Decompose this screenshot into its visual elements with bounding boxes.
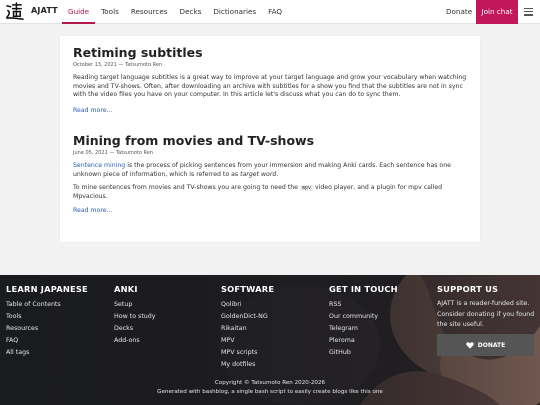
footer-col-software: SOFTWARE Qolibri GoldenDict-NG Rikaitan … bbox=[221, 284, 274, 371]
copyright: Copyright © Tatsumoto Ren 2020-2026 Gene… bbox=[0, 379, 540, 397]
footer-col-learn: LEARN JAPANESE Table of Contents Tools R… bbox=[6, 284, 88, 359]
nav-dictionaries[interactable]: Dictionaries bbox=[207, 0, 262, 24]
footer-heading: SUPPORT US bbox=[437, 284, 499, 294]
post-meta: October 13, 2021 — Tatsumoto Ren bbox=[73, 62, 163, 68]
read-more-link[interactable]: Read more... bbox=[73, 107, 468, 114]
post-title[interactable]: Mining from movies and TV-shows bbox=[73, 133, 468, 148]
post-paragraph-2: To mine sentences from movies and TV-sho… bbox=[73, 184, 468, 201]
nav-faq[interactable]: FAQ bbox=[262, 0, 288, 24]
post-paragraph-1: Sentence mining is the process of pickin… bbox=[73, 162, 468, 179]
support-text: AJATT is a reader-funded site. Consider … bbox=[437, 300, 535, 328]
site-logo-icon[interactable] bbox=[5, 2, 24, 21]
footer-link[interactable]: Telegram bbox=[329, 323, 398, 335]
generated-by-text: Generated with bashblog, a single bash s… bbox=[157, 389, 383, 395]
footer-donate-button[interactable]: DONATE bbox=[437, 334, 534, 356]
copyright-text: Copyright © Tatsumoto Ren 2020-2026 bbox=[214, 380, 326, 386]
post-excerpt-text: Reading target language subtitles is a g… bbox=[73, 74, 467, 99]
footer-link[interactable]: Resources bbox=[6, 323, 88, 335]
post-excerpt: Reading target language subtitles is a g… bbox=[73, 74, 468, 100]
post-title[interactable]: Retiming subtitles bbox=[73, 45, 468, 60]
footer-col-support: SUPPORT US AJATT is a reader-funded site… bbox=[437, 284, 537, 356]
footer-col-anki: ANKI Setup How to study Decks Add-ons bbox=[114, 284, 156, 347]
footer-link[interactable]: Qolibri bbox=[221, 299, 274, 311]
post-retiming-subtitles: Retiming subtitles October 13, 2021 — Ta… bbox=[73, 45, 468, 114]
footer-link[interactable]: GoldenDict-NG bbox=[221, 311, 274, 323]
paragraph-text: . bbox=[276, 170, 279, 178]
donate-label: DONATE bbox=[477, 341, 506, 349]
post-excerpt: Sentence mining is the process of pickin… bbox=[73, 162, 468, 202]
read-more-link[interactable]: Read more... bbox=[73, 207, 468, 214]
post-meta: June 05, 2021 — Tatsumoto Ren bbox=[73, 150, 153, 156]
hamburger-menu-icon[interactable] bbox=[524, 8, 533, 16]
footer-link[interactable]: MPV bbox=[221, 335, 274, 347]
footer-link[interactable]: GitHub bbox=[329, 347, 398, 359]
footer-link[interactable]: Tools bbox=[6, 311, 88, 323]
target-word-emphasis: target word bbox=[240, 170, 277, 178]
sentence-mining-link[interactable]: Sentence mining bbox=[73, 162, 125, 169]
footer-link[interactable]: MPV scripts bbox=[221, 347, 274, 359]
footer-link[interactable]: How to study bbox=[114, 311, 156, 323]
footer-link[interactable]: RSS bbox=[329, 299, 398, 311]
heart-icon bbox=[466, 341, 474, 349]
nav-donate[interactable]: Donate bbox=[440, 0, 478, 24]
footer-heading: SOFTWARE bbox=[221, 284, 275, 294]
footer-col-touch: GET IN TOUCH RSS Our community Telegram … bbox=[329, 284, 398, 359]
nav-guide[interactable]: Guide bbox=[62, 0, 96, 24]
main-nav: Guide Tools Resources Decks Dictionaries… bbox=[62, 0, 288, 24]
paragraph-text: To mine sentences from movies and TV-sho… bbox=[73, 184, 300, 192]
posts-card: Retiming subtitles October 13, 2021 — Ta… bbox=[60, 36, 480, 242]
nav-decks[interactable]: Decks bbox=[174, 0, 208, 24]
footer-link[interactable]: Pleroma bbox=[329, 335, 398, 347]
footer-link[interactable]: Decks bbox=[114, 323, 156, 335]
nav-resources[interactable]: Resources bbox=[125, 0, 174, 24]
footer-heading: GET IN TOUCH bbox=[329, 284, 398, 294]
mpv-code: mpv bbox=[299, 185, 313, 192]
footer-link[interactable]: Add-ons bbox=[114, 335, 156, 347]
footer-link[interactable]: Our community bbox=[329, 311, 398, 323]
footer-link[interactable]: All tags bbox=[6, 347, 88, 359]
footer-link[interactable]: Table of Contents bbox=[6, 299, 88, 311]
join-chat-button[interactable]: Join chat bbox=[476, 0, 518, 24]
brand-name[interactable]: AJATT bbox=[31, 6, 58, 15]
nav-tools[interactable]: Tools bbox=[95, 0, 125, 24]
footer-link[interactable]: FAQ bbox=[6, 335, 88, 347]
footer-link[interactable]: Setup bbox=[114, 299, 156, 311]
footer-link[interactable]: My dotfiles bbox=[221, 359, 274, 371]
footer-heading: LEARN JAPANESE bbox=[6, 284, 88, 294]
site-footer: LEARN JAPANESE Table of Contents Tools R… bbox=[0, 275, 540, 405]
footer-heading: ANKI bbox=[114, 284, 138, 294]
top-navbar: AJATT Guide Tools Resources Decks Dictio… bbox=[0, 0, 540, 24]
footer-link[interactable]: Rikaitan bbox=[221, 323, 274, 335]
post-mining-movies: Mining from movies and TV-shows June 05,… bbox=[73, 133, 468, 214]
